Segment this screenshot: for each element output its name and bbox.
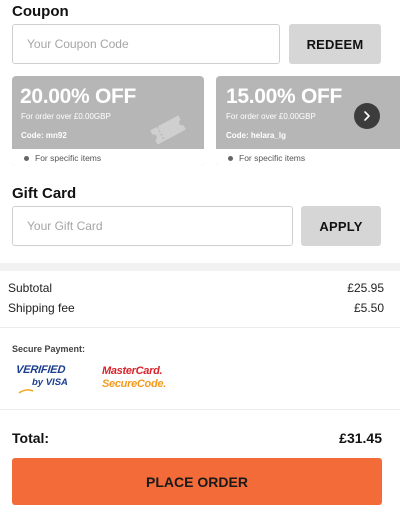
coupon-discount: 20.00% OFF	[20, 85, 137, 108]
mastercard-logo-line2: SecureCode.	[102, 378, 166, 390]
gift-card-title: Gift Card	[12, 185, 77, 202]
shipping-row: Shipping fee £5.50	[8, 301, 384, 315]
gift-card-input[interactable]	[12, 206, 293, 246]
coupon-note-text: For specific items	[239, 153, 306, 163]
coupon-code: Code: mn92	[21, 131, 67, 140]
visa-logo-line2: by VISA	[32, 377, 68, 388]
visa-swoosh-icon	[18, 389, 34, 394]
coupon-title: Coupon	[12, 3, 69, 20]
place-order-button[interactable]: PLACE ORDER	[12, 458, 382, 505]
coupon-card[interactable]: 20.00% OFF For order over £0.00GBP Code:…	[12, 76, 204, 166]
visa-logo-line1: VERIFIED	[15, 364, 66, 376]
carousel-next-button[interactable]	[354, 103, 380, 129]
coupon-code: Code: helara_lg	[226, 131, 287, 140]
divider	[0, 409, 400, 410]
bullet-icon	[228, 155, 233, 161]
shipping-value: £5.50	[353, 301, 384, 315]
coupon-note: For specific items	[228, 153, 305, 163]
mastercard-logo-line1: MasterCard.	[102, 365, 163, 377]
coupon-note-text: For specific items	[35, 153, 102, 163]
redeem-button[interactable]: REDEEM	[289, 24, 381, 64]
secure-payment-label: Secure Payment:	[12, 344, 86, 354]
coupon-note: For specific items	[24, 153, 101, 163]
section-divider	[0, 263, 400, 271]
bullet-icon	[24, 155, 29, 161]
chevron-right-icon	[364, 111, 370, 121]
coupon-discount: 15.00% OFF	[226, 85, 343, 108]
subtotal-row: Subtotal £25.95	[8, 281, 384, 295]
divider	[0, 327, 400, 328]
coupon-min-order: For order over £0.00GBP	[21, 112, 111, 121]
apply-button[interactable]: APPLY	[301, 206, 381, 246]
total-label: Total:	[12, 430, 50, 446]
mastercard-securecode-logo: MasterCard. SecureCode.	[102, 365, 182, 395]
coupon-code-input[interactable]	[12, 24, 280, 64]
total-row: Total: £31.45	[12, 430, 382, 446]
subtotal-label: Subtotal	[8, 281, 53, 295]
total-value: £31.45	[339, 430, 382, 446]
subtotal-value: £25.95	[347, 281, 384, 295]
verified-by-visa-logo: VERIFIED by VISA	[15, 364, 76, 396]
shipping-label: Shipping fee	[8, 301, 75, 315]
ticket-icon	[150, 115, 186, 145]
coupon-min-order: For order over £0.00GBP	[226, 112, 316, 121]
